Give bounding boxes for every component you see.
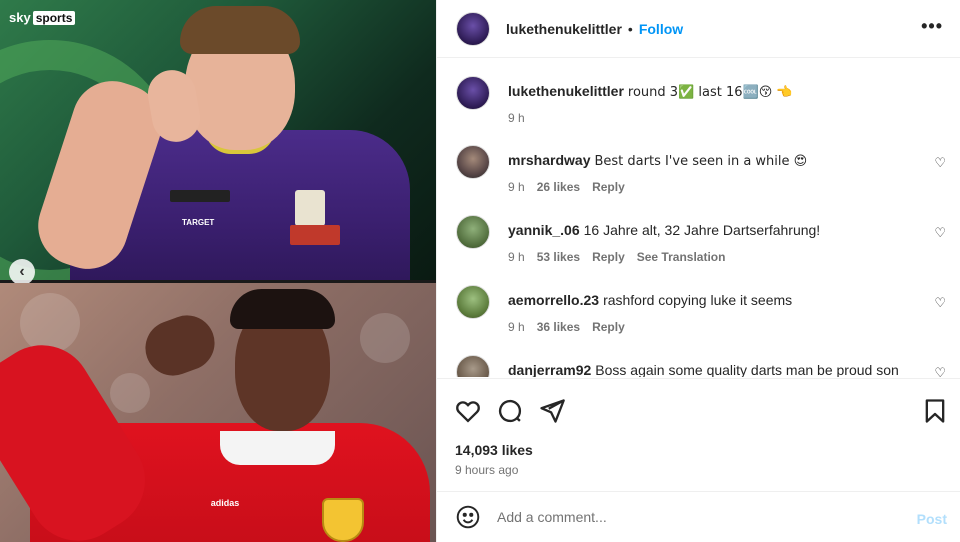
comment-username[interactable]: danjerram92	[508, 362, 591, 377]
comment-text: Boss again some quality darts man be pro…	[595, 362, 899, 377]
reply-button[interactable]: Reply	[592, 180, 625, 194]
comments-list[interactable]: lukethenukelittler round 3✅ last 16🆒😚 👈 9…	[437, 59, 960, 377]
heart-icon[interactable]: ♡	[934, 365, 946, 377]
post-header: lukethenukelittler • Follow •••	[437, 0, 960, 58]
reply-button[interactable]: Reply	[592, 250, 625, 264]
comment-text: rashford copying luke it seems	[603, 292, 793, 308]
comment-input[interactable]	[497, 509, 877, 525]
comment-text: Best darts I've seen in a while 😍	[594, 154, 808, 169]
reply-button[interactable]: Reply	[592, 320, 625, 334]
chevron-left-icon: ‹	[19, 263, 25, 280]
comment-likes[interactable]: 26 likes	[537, 180, 580, 194]
likes-count[interactable]: 14,093 likes	[455, 442, 533, 458]
smile-icon[interactable]	[455, 504, 481, 530]
comment-text: 16 Jahre alt, 32 Jahre Dartserfahrung!	[583, 222, 821, 238]
comment-username[interactable]: mrshardway	[508, 152, 590, 168]
follow-button[interactable]: Follow	[639, 21, 683, 37]
commenter-avatar[interactable]	[456, 215, 490, 249]
comment-time: 9 h	[508, 250, 525, 264]
heart-icon[interactable]: ♡	[934, 295, 946, 311]
commenter-avatar[interactable]	[456, 355, 490, 377]
bookmark-icon[interactable]	[921, 397, 949, 425]
heart-icon[interactable]: ♡	[934, 155, 946, 171]
post-panel: lukethenukelittler • Follow ••• lukethen…	[436, 0, 960, 542]
more-icon[interactable]: •••	[921, 16, 943, 37]
comment-username[interactable]: aemorrello.23	[508, 292, 599, 308]
author-username[interactable]: lukethenukelittler	[506, 21, 622, 37]
commenter-avatar[interactable]	[456, 285, 490, 319]
comment-likes[interactable]: 36 likes	[537, 320, 580, 334]
post-button[interactable]: Post	[917, 511, 947, 527]
commenter-avatar[interactable]	[456, 145, 490, 179]
media-image-top: TARGET	[0, 0, 436, 280]
post-actions: 14,093 likes 9 hours ago	[437, 378, 960, 490]
comment-likes[interactable]: 53 likes	[537, 250, 580, 264]
header-separator: •	[627, 20, 633, 37]
heart-icon[interactable]	[454, 397, 482, 425]
brand-sports-text: sports	[32, 10, 76, 25]
comment-time: 9 h	[508, 320, 525, 334]
caption-time: 9 h	[508, 111, 525, 125]
sponsor-text: TARGET	[182, 218, 215, 227]
kit-logo-text: adidas	[210, 498, 240, 508]
post-time: 9 hours ago	[455, 463, 519, 477]
share-icon[interactable]	[538, 397, 566, 425]
add-comment-bar: Post	[437, 491, 960, 542]
caption-username[interactable]: lukethenukelittler	[508, 83, 624, 99]
post-media[interactable]: TARGET sky sports ‹ adidas	[0, 0, 436, 542]
comment-icon[interactable]	[496, 397, 524, 425]
author-avatar[interactable]	[456, 11, 490, 46]
comment-username[interactable]: yannik_.06	[508, 222, 580, 238]
heart-icon[interactable]: ♡	[934, 225, 946, 241]
caption-avatar[interactable]	[456, 76, 490, 110]
caption-text: round 3✅ last 16🆒😚 👈	[627, 85, 793, 100]
media-image-bottom: adidas	[0, 283, 436, 542]
comment-time: 9 h	[508, 180, 525, 194]
broadcaster-logo: sky sports	[9, 10, 76, 25]
club-crest	[322, 498, 364, 542]
see-translation-button[interactable]: See Translation	[637, 250, 726, 264]
carousel-prev-button[interactable]: ‹	[9, 259, 35, 285]
brand-sky-text: sky	[9, 10, 31, 25]
